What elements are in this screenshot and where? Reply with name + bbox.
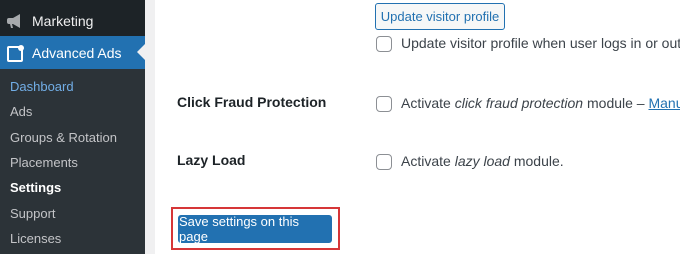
sidebar-item-support[interactable]: Support: [10, 204, 56, 224]
lazy-load-title: Lazy Load: [177, 152, 246, 168]
advanced-ads-submenu: Dashboard Ads Groups & Rotation Placemen…: [0, 69, 145, 254]
update-profile-checkbox-label: Update visitor profile when user logs in…: [401, 35, 680, 51]
advanced-ads-logo-icon: [6, 43, 26, 63]
manual-link[interactable]: Manual: [648, 95, 680, 111]
settings-panel: Update visitor profile Update visitor pr…: [155, 0, 680, 254]
lazy-load-checkbox[interactable]: [376, 154, 392, 170]
sidebar-item-settings[interactable]: Settings: [10, 178, 61, 198]
update-visitor-profile-button[interactable]: Update visitor profile: [375, 3, 505, 30]
sidebar-item-dashboard[interactable]: Dashboard: [10, 77, 74, 97]
save-settings-button[interactable]: Save settings on this page: [178, 214, 332, 244]
click-fraud-checkbox[interactable]: [376, 96, 392, 112]
menu-label-advanced-ads: Advanced Ads: [32, 44, 122, 61]
click-fraud-label: Activate click fraud protection module –…: [401, 95, 680, 111]
sidebar-item-licenses[interactable]: Licenses: [10, 229, 61, 249]
menu-item-advanced-ads[interactable]: Advanced Ads: [0, 36, 145, 69]
admin-sidebar: Marketing Advanced Ads Dashboard Ads Gro…: [0, 0, 145, 254]
sidebar-item-groups-rotation[interactable]: Groups & Rotation: [10, 128, 117, 148]
megaphone-icon: [6, 11, 26, 31]
update-profile-checkbox[interactable]: [376, 36, 392, 52]
sidebar-item-placements[interactable]: Placements: [10, 153, 78, 173]
click-fraud-protection-title: Click Fraud Protection: [177, 94, 327, 110]
sidebar-item-ads[interactable]: Ads: [10, 102, 32, 122]
lazy-load-label: Activate lazy load module.: [401, 153, 564, 169]
menu-item-marketing[interactable]: Marketing: [0, 4, 145, 37]
menu-label-marketing: Marketing: [32, 12, 94, 29]
